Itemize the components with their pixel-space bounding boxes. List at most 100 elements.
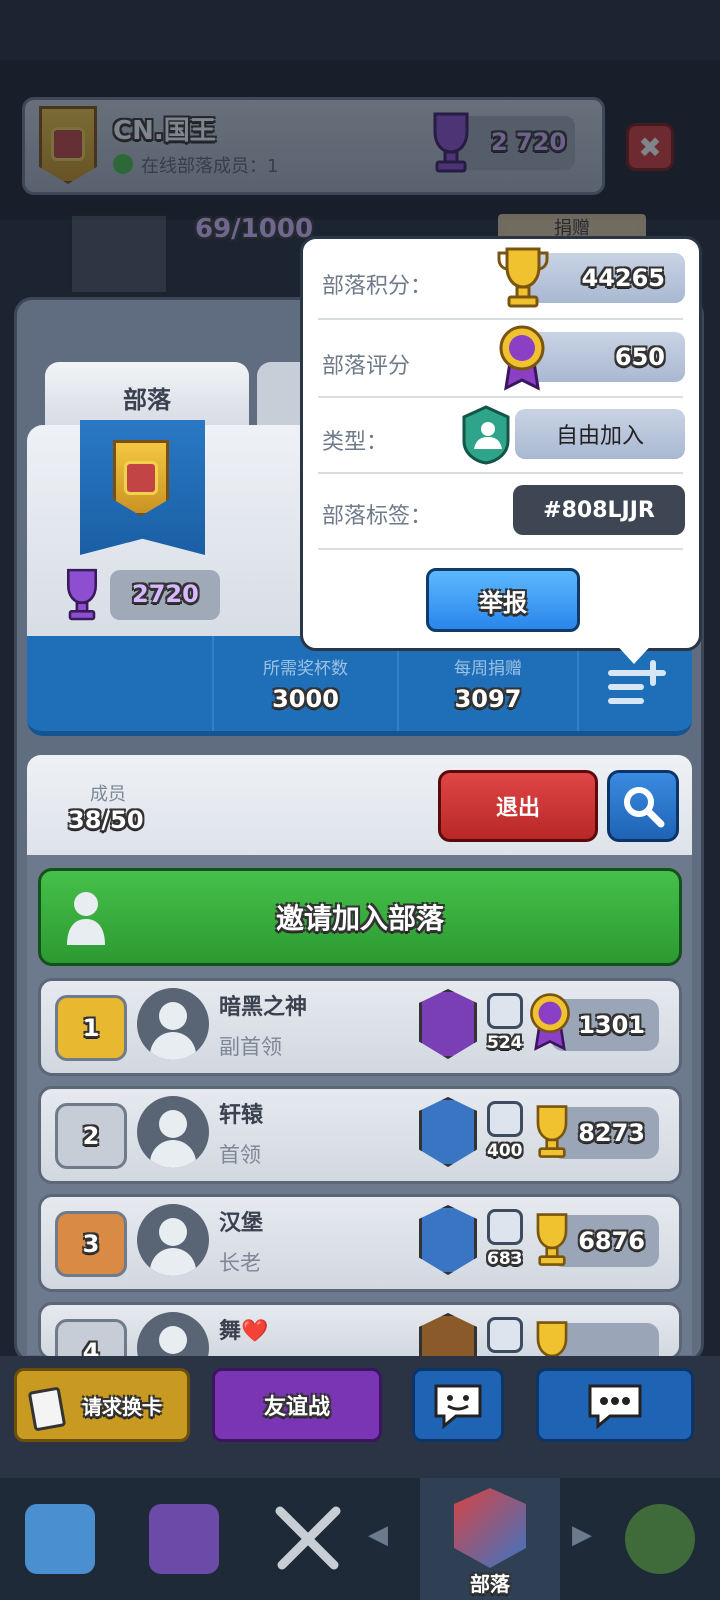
arena-icon — [419, 1313, 477, 1357]
member-name: 舞❤️ — [219, 1319, 269, 1344]
ribbon-icon — [530, 993, 570, 1051]
clan-image — [70, 214, 168, 294]
required-trophies-label: 所需奖杯数 — [263, 659, 348, 679]
member-score: 8273 — [578, 1119, 645, 1147]
cards-icon — [149, 1504, 219, 1574]
clan-tag-pill[interactable]: #808LJJR — [513, 485, 685, 535]
member-name: 暗黑之神 — [219, 995, 308, 1020]
clan-trophy-icon — [67, 568, 97, 621]
popup-divider — [318, 396, 683, 398]
emote-face-icon — [434, 1384, 482, 1430]
invite-button-label: 邀请加入部落 — [275, 902, 444, 935]
tab-clan-label: 部落 — [123, 385, 171, 414]
trophy-icon — [536, 1321, 568, 1357]
members-count: 38/50 — [68, 806, 144, 834]
report-button-label: 举报 — [479, 588, 527, 617]
clan-score-value: 44265 — [581, 264, 666, 292]
avatar — [137, 988, 209, 1060]
weekly-donations-label: 每周捐赠 — [454, 659, 522, 679]
nav-battle[interactable] — [248, 1478, 368, 1600]
type-value: 自由加入 — [555, 424, 644, 449]
arena-icon — [419, 1205, 477, 1275]
members-label: 成员 — [90, 784, 126, 805]
request-card-label: 请求换卡 — [82, 1394, 162, 1419]
clan-trophy-count: 2720 — [132, 580, 199, 608]
close-button[interactable]: ✖ — [626, 123, 674, 171]
nav-left-arrow-icon[interactable]: ◀ — [368, 1520, 388, 1550]
friendly-battle-button[interactable]: 友谊战 — [212, 1368, 382, 1442]
donation-card-icon — [487, 1101, 523, 1137]
member-role: 长老 — [219, 1251, 261, 1275]
clan-name: CN.国王 — [113, 116, 216, 146]
member-donations: 400 — [487, 1141, 523, 1161]
donation-card-icon — [487, 1209, 523, 1245]
chest-icon — [25, 1504, 95, 1574]
member-row[interactable]: 4 舞❤️ — [38, 1302, 682, 1360]
progress-text: 69/1000 — [195, 214, 314, 244]
member-name: 汉堡 — [219, 1211, 264, 1236]
nav-clan[interactable]: 部落 — [420, 1478, 560, 1600]
member-score: 6876 — [578, 1227, 645, 1255]
member-donations: 683 — [487, 1249, 523, 1269]
clan-rating-pill: 650 — [530, 332, 685, 382]
member-row[interactable]: 1 暗黑之神 副首领 524 1301 — [38, 978, 682, 1076]
member-row[interactable]: 3 汉堡长老 683 6876 — [38, 1194, 682, 1292]
member-role: 首领 — [219, 1143, 261, 1167]
exit-button[interactable]: 退出 — [438, 770, 598, 842]
avatar — [137, 1312, 209, 1357]
member-rank: 2 — [55, 1103, 127, 1169]
emote-button[interactable] — [412, 1368, 504, 1442]
online-dot-icon — [113, 154, 133, 174]
arena-icon — [419, 1097, 477, 1167]
required-trophies-value: 3000 — [272, 685, 339, 713]
header-trophy-count: 2 720 — [491, 128, 567, 156]
open-join-icon — [462, 405, 510, 465]
member-rank: 1 — [55, 995, 127, 1061]
laurel-icon — [625, 1504, 695, 1574]
clan-tag-label: 部落标签： — [322, 504, 433, 529]
report-button[interactable]: 举报 — [426, 568, 580, 632]
close-icon: ✖ — [638, 130, 662, 164]
donation-card-icon — [487, 1317, 523, 1353]
avatar — [137, 1096, 209, 1168]
member-rank: 4 — [55, 1319, 127, 1357]
popup-divider — [318, 318, 683, 320]
clan-banner — [80, 420, 205, 555]
avatar — [137, 1204, 209, 1276]
member-role: 副首领 — [219, 1035, 282, 1059]
clan-header-bar: CN.国王 在线部落成员：1 2 720 — [22, 97, 605, 195]
invite-button[interactable]: 邀请加入部落 — [38, 868, 682, 966]
clan-stats-bar: 所需奖杯数 3000 每周捐赠 3097 — [27, 636, 692, 736]
online-members-text: 在线部落成员：1 — [141, 156, 279, 177]
popup-tail — [612, 640, 656, 664]
nav-shop[interactable] — [0, 1478, 120, 1600]
clan-rating-label: 部落评分 — [322, 354, 411, 379]
chat-button[interactable] — [536, 1368, 694, 1442]
nav-right-arrow-icon[interactable]: ▶ — [572, 1520, 592, 1550]
nav-clan-label: 部落 — [470, 1572, 510, 1596]
clan-shield-icon — [454, 1488, 526, 1568]
member-rank: 3 — [55, 1211, 127, 1277]
person-icon — [67, 892, 105, 945]
nav-events[interactable] — [600, 1478, 720, 1600]
donation-card-icon — [487, 993, 523, 1029]
crossed-swords-icon — [275, 1506, 341, 1570]
request-card-button[interactable]: 请求换卡 — [14, 1368, 190, 1442]
trophy-purple-icon — [433, 112, 469, 173]
gold-trophy-icon — [497, 247, 549, 308]
member-name: 轩辕 — [219, 1103, 264, 1128]
member-score: 1301 — [578, 1011, 645, 1039]
friendly-battle-label: 友谊战 — [263, 1395, 330, 1420]
chat-bubble-icon — [588, 1384, 642, 1430]
search-button[interactable] — [607, 770, 679, 842]
arena-icon — [419, 989, 477, 1059]
clan-banner-badge-icon — [113, 440, 169, 516]
type-label: 类型： — [322, 430, 389, 455]
search-icon — [624, 787, 665, 828]
clan-score-label: 部落积分： — [322, 274, 433, 299]
card-icon — [27, 1386, 67, 1432]
popup-divider — [318, 548, 683, 550]
member-row[interactable]: 2 轩辕首领 400 8273 — [38, 1086, 682, 1184]
nav-cards[interactable] — [124, 1478, 244, 1600]
clan-tag-value: #808LJJR — [543, 497, 655, 523]
